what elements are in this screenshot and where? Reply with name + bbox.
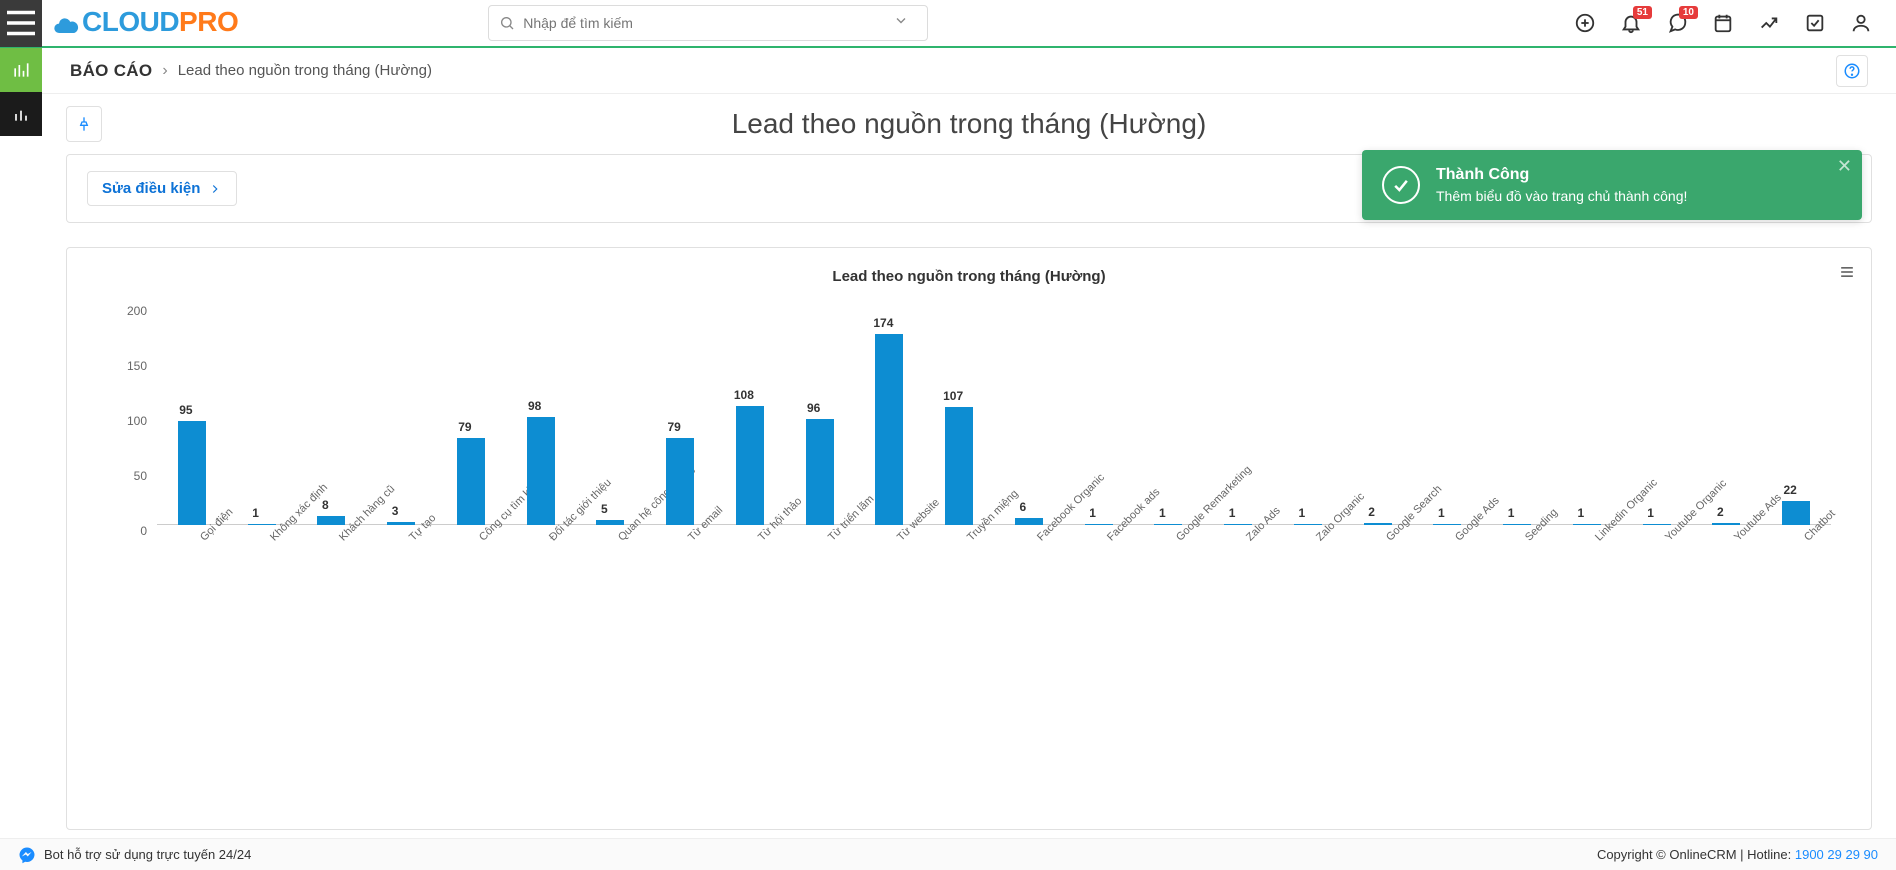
chart-bar[interactable] [527, 417, 555, 525]
chevron-down-icon[interactable] [893, 13, 917, 34]
bar-value-label: 2 [1352, 505, 1392, 519]
logo-text2: PRO [179, 6, 238, 38]
tasks-button[interactable] [1804, 12, 1826, 34]
notifications-badge: 51 [1633, 6, 1652, 19]
y-tick: 200 [127, 304, 147, 318]
messages-badge: 10 [1679, 6, 1698, 19]
left-sidebar [0, 48, 42, 838]
bar-value-label: 5 [584, 502, 624, 516]
add-button[interactable] [1574, 12, 1596, 34]
toast-message: Thêm biểu đồ vào trang chủ thành công! [1436, 188, 1687, 204]
bar-value-label: 8 [305, 498, 345, 512]
bar-value-label: 108 [724, 388, 764, 402]
bar-value-label: 1 [1421, 506, 1461, 520]
chart-bar[interactable] [806, 419, 834, 525]
success-toast: Thành Công Thêm biểu đồ vào trang chủ th… [1362, 150, 1862, 220]
pin-button[interactable] [66, 106, 102, 142]
footer-hotline[interactable]: 1900 29 29 90 [1795, 847, 1878, 862]
bar-value-label: 1 [1491, 506, 1531, 520]
toast-title: Thành Công [1436, 166, 1687, 184]
bar-value-label: 1 [1282, 506, 1322, 520]
calendar-button[interactable] [1712, 12, 1734, 34]
y-tick: 150 [127, 359, 147, 373]
bar-value-label: 2 [1700, 505, 1740, 519]
bar-value-label: 1 [1073, 506, 1113, 520]
bar-value-label: 1 [1631, 506, 1671, 520]
bar-value-label: 22 [1770, 483, 1810, 497]
chart-bar[interactable] [736, 406, 764, 525]
chart-bar[interactable] [875, 334, 903, 525]
bar-value-label: 1 [236, 506, 276, 520]
chart-bar[interactable] [1294, 524, 1322, 525]
chart-bar[interactable] [457, 438, 485, 525]
bar-value-label: 95 [166, 403, 206, 417]
bar-value-label: 1 [1561, 506, 1601, 520]
search-input[interactable] [523, 15, 917, 31]
main-menu-button[interactable] [0, 0, 42, 47]
page-title: Lead theo nguồn trong tháng (Hường) [732, 108, 1207, 140]
check-icon [1382, 166, 1420, 204]
sidebar-tab-reports[interactable] [0, 48, 42, 92]
chart-bar[interactable] [1643, 524, 1671, 525]
x-tick-label: Chatbot [1802, 457, 1888, 543]
y-tick: 50 [134, 469, 147, 483]
sidebar-tab-secondary[interactable] [0, 92, 42, 136]
bar-value-label: 174 [863, 316, 903, 330]
toast-close-button[interactable]: ✕ [1837, 156, 1852, 177]
chart-bar[interactable] [1364, 523, 1392, 525]
search-icon [499, 15, 515, 31]
chart-bar[interactable] [1573, 524, 1601, 525]
footer: Bot hỗ trợ sử dụng trực tuyến 24/24 Copy… [0, 838, 1896, 870]
bar-value-label: 96 [794, 401, 834, 415]
messenger-icon [18, 846, 36, 864]
bar-value-label: 79 [445, 420, 485, 434]
edit-conditions-button[interactable]: Sửa điều kiện [87, 171, 237, 206]
chart-card: Lead theo nguồn trong tháng (Hường) 0 50 1… [66, 247, 1872, 830]
logo-text1: CLOUD [82, 6, 179, 38]
notifications-button[interactable]: 51 [1620, 12, 1642, 34]
analytics-button[interactable] [1758, 12, 1780, 34]
chevron-right-icon: › [162, 62, 167, 80]
footer-copyright: Copyright © OnlineCRM | Hotline: [1597, 847, 1795, 862]
chart-bar[interactable] [1224, 524, 1252, 525]
chart-bar[interactable] [1782, 501, 1810, 525]
chart-bar[interactable] [248, 524, 276, 525]
bar-value-label: 79 [654, 420, 694, 434]
chart-bar[interactable] [387, 522, 415, 525]
chart-bar[interactable] [666, 438, 694, 525]
bar-value-label: 1 [1142, 506, 1182, 520]
chart-menu-button[interactable] [1837, 262, 1857, 287]
messages-button[interactable]: 10 [1666, 12, 1688, 34]
help-button[interactable] [1836, 55, 1868, 87]
chart-bar[interactable] [1085, 524, 1113, 525]
chart-bar[interactable] [1503, 524, 1531, 525]
chart-bar[interactable] [1015, 518, 1043, 525]
chart-bar[interactable] [178, 421, 206, 526]
chart-bar[interactable] [317, 516, 345, 525]
footer-bot-text[interactable]: Bot hỗ trợ sử dụng trực tuyến 24/24 [44, 847, 251, 862]
bar-value-label: 3 [375, 504, 415, 518]
edit-conditions-label: Sửa điều kiện [102, 180, 200, 197]
breadcrumb-item[interactable]: Lead theo nguồn trong tháng (Hường) [178, 62, 432, 79]
y-tick: 100 [127, 414, 147, 428]
chart-bar[interactable] [596, 520, 624, 526]
user-button[interactable] [1850, 12, 1872, 34]
bar-value-label: 107 [933, 389, 973, 403]
global-search[interactable] [488, 5, 928, 41]
y-tick: 0 [140, 524, 147, 538]
chart-bar[interactable] [945, 407, 973, 525]
cloud-icon [52, 12, 80, 40]
bar-value-label: 6 [1003, 500, 1043, 514]
bar-value-label: 98 [515, 399, 555, 413]
bar-value-label: 1 [1212, 506, 1252, 520]
chevron-right-icon [208, 182, 222, 196]
chart-bar[interactable] [1154, 524, 1182, 525]
chart-bar[interactable] [1712, 523, 1740, 525]
chart-title: Lead theo nguồn trong tháng (Hường) [97, 268, 1841, 285]
breadcrumb-root[interactable]: BÁO CÁO [70, 61, 152, 81]
chart-bar[interactable] [1433, 524, 1461, 525]
logo[interactable]: CLOUDPRO [52, 6, 238, 41]
